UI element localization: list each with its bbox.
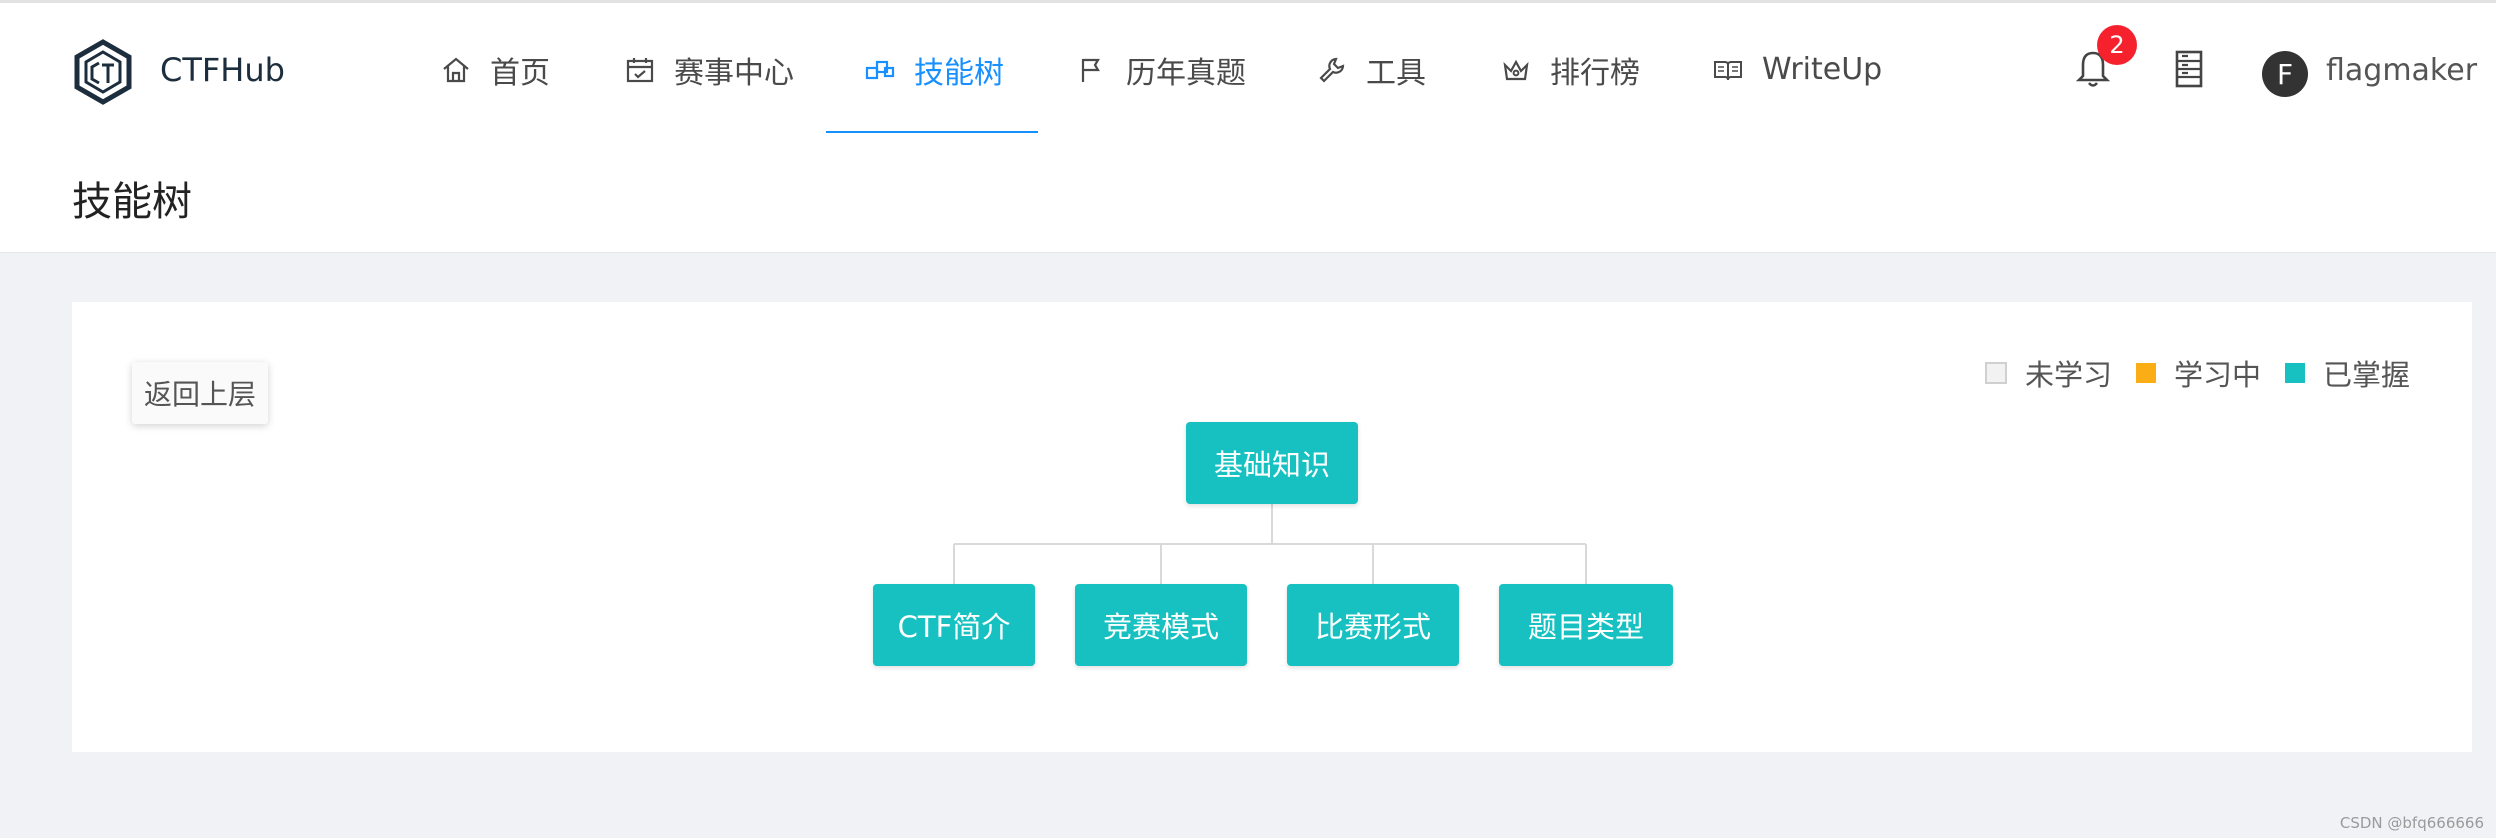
ctfhub-logo[interactable] bbox=[70, 39, 136, 105]
nav-writeup[interactable]: WriteUp bbox=[1712, 3, 1882, 136]
nav-past-problems[interactable]: 历年真题 bbox=[1076, 3, 1246, 136]
open-book-icon bbox=[1714, 60, 1742, 80]
tree-connectors bbox=[953, 504, 1587, 584]
nav-skill-tree-label: 技能树 bbox=[914, 55, 1004, 91]
nav-past-problems-label: 历年真题 bbox=[1126, 55, 1246, 91]
avatar[interactable]: F bbox=[2262, 51, 2308, 97]
crown-icon bbox=[1503, 59, 1529, 80]
page-title: 技能树 bbox=[72, 179, 192, 225]
brand-name[interactable]: CTFHub bbox=[160, 51, 285, 89]
watermark: CSDN @bfq666666 bbox=[2339, 814, 2484, 832]
skill-tree-card: 返回上层 未学习 学习中 已掌握 基础知识 CTF简介 竞赛模式 比赛形式 题目… bbox=[72, 302, 2472, 752]
wrench-icon bbox=[1319, 57, 1345, 83]
tree-node-problem-types[interactable]: 题目类型 bbox=[1499, 584, 1673, 666]
calendar-icon bbox=[626, 57, 654, 82]
nav-writeup-label: WriteUp bbox=[1762, 52, 1883, 87]
tree-node-ctf-intro[interactable]: CTF简介 bbox=[873, 584, 1035, 666]
document-icon[interactable] bbox=[2172, 49, 2206, 89]
nav-ranking[interactable]: 排行榜 bbox=[1500, 3, 1640, 136]
top-navbar: CTFHub 首页 赛事中心 技能树 历年真题 工具 排行榜 WriteUp 2… bbox=[0, 0, 2496, 136]
username[interactable]: flagmaker bbox=[2326, 53, 2477, 88]
nav-skill-tree[interactable]: 技能树 bbox=[864, 3, 1004, 136]
nav-events-label: 赛事中心 bbox=[674, 55, 794, 91]
flag-icon bbox=[1081, 58, 1100, 82]
home-icon bbox=[443, 57, 469, 82]
nav-events[interactable]: 赛事中心 bbox=[624, 3, 794, 136]
nav-tools[interactable]: 工具 bbox=[1316, 3, 1426, 136]
page-header: 技能树 bbox=[0, 133, 2496, 253]
tree-node-competition-mode[interactable]: 竞赛模式 bbox=[1075, 584, 1247, 666]
nav-home-label: 首页 bbox=[490, 55, 550, 91]
skill-tree-icon bbox=[865, 60, 895, 79]
nav-ranking-label: 排行榜 bbox=[1550, 55, 1640, 91]
nav-tools-label: 工具 bbox=[1366, 55, 1426, 91]
nav-home[interactable]: 首页 bbox=[440, 3, 550, 136]
notification-badge: 2 bbox=[2097, 25, 2137, 65]
tree-node-match-format[interactable]: 比赛形式 bbox=[1287, 584, 1459, 666]
tree-node-root[interactable]: 基础知识 bbox=[1186, 422, 1358, 504]
